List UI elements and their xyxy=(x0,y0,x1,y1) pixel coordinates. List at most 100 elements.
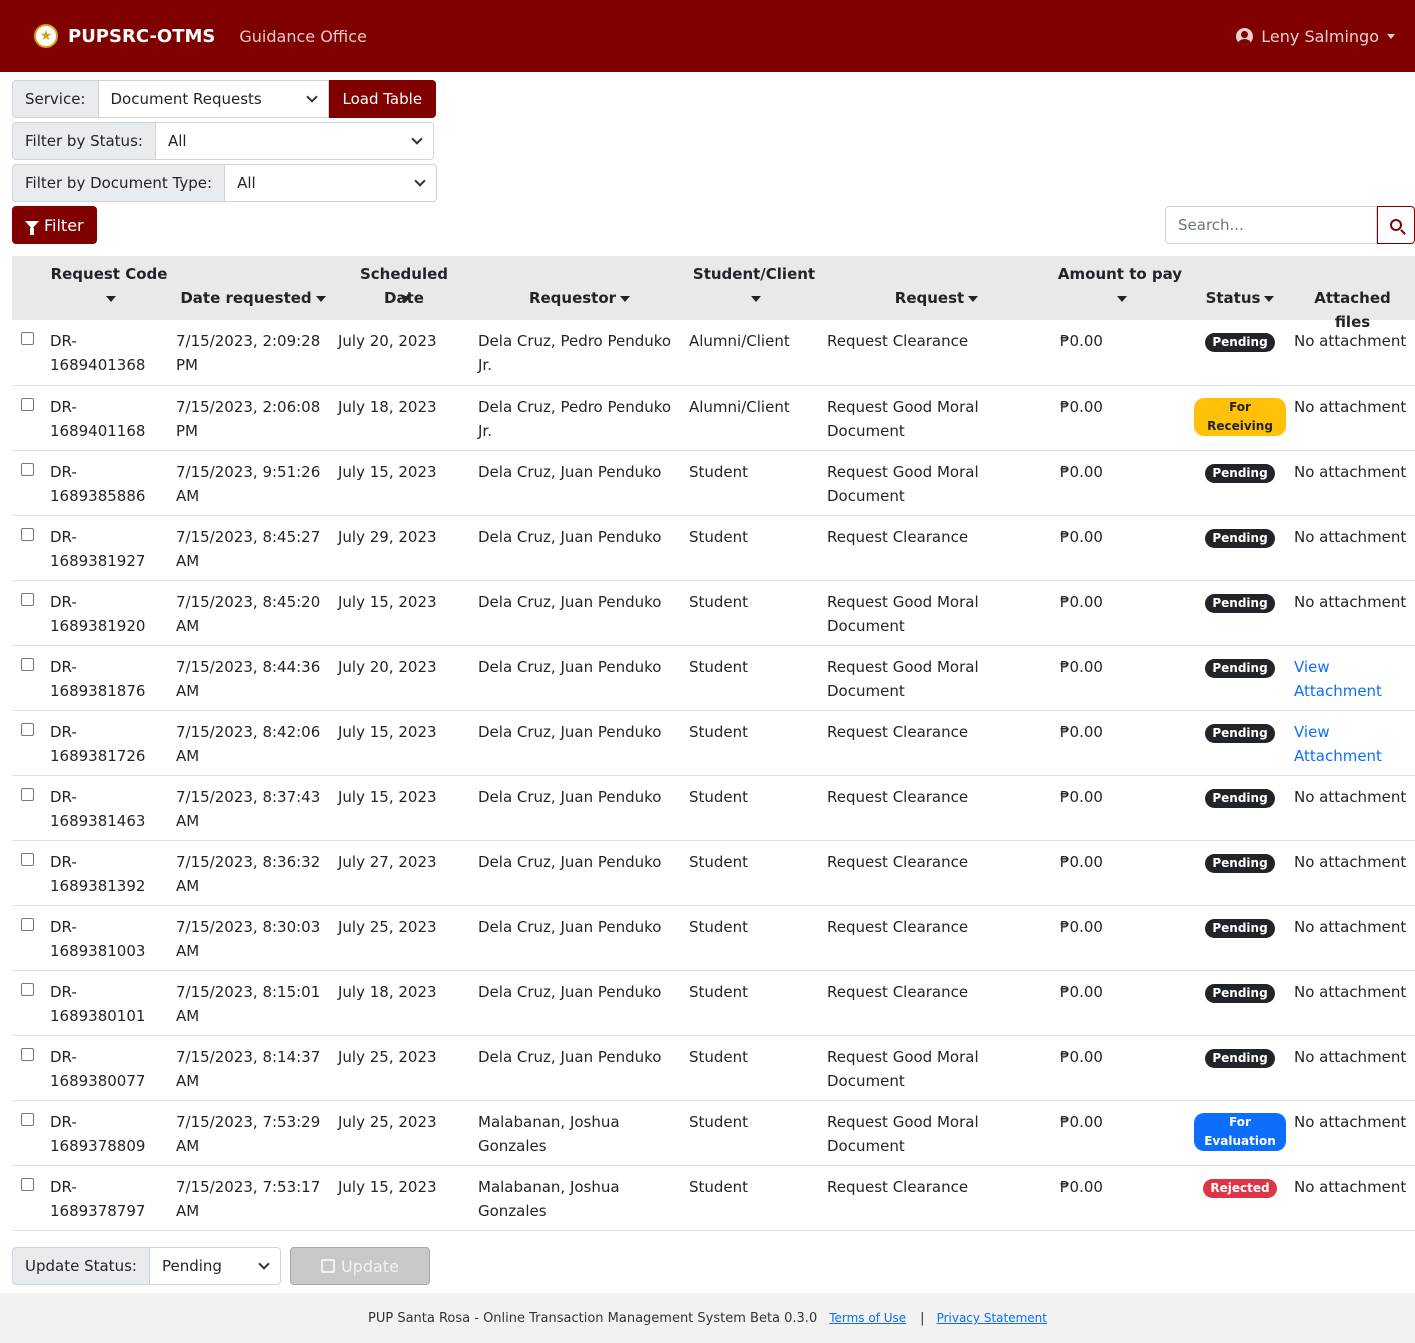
requestor-cell: Malabanan, Joshua Gonzales xyxy=(478,1112,620,1155)
doctype-filter-label: Filter by Document Type: xyxy=(12,164,226,202)
row-select-cell xyxy=(12,580,46,645)
row-checkbox[interactable] xyxy=(21,1047,34,1061)
row-checkbox[interactable] xyxy=(21,1112,34,1126)
request-code-cell: DR-1689381876 xyxy=(50,657,146,700)
row-select-cell xyxy=(12,775,46,840)
amount-cell: ₱0.00 xyxy=(1060,397,1103,416)
request-code-cell: DR-1689381463 xyxy=(50,787,146,830)
attached-files-cell: View Attachment xyxy=(1290,710,1415,775)
row-checkbox[interactable] xyxy=(21,332,34,345)
student-client-cell: Student xyxy=(689,982,749,1001)
table-row[interactable]: DR-1689378809 7/15/2023, 7:53:29 AM July 2… xyxy=(12,1100,1415,1165)
row-select-cell xyxy=(12,645,46,710)
search-group: Search... xyxy=(1165,206,1415,244)
chevron-down-icon xyxy=(414,175,426,187)
status-badge: Rejected xyxy=(1203,1178,1277,1198)
row-select-cell xyxy=(12,450,46,515)
update-button[interactable]: Update xyxy=(289,1247,430,1285)
update-status-select[interactable]: Pending xyxy=(149,1247,281,1285)
table-row[interactable]: DR-1689401368 7/15/2023, 2:09:28 PM July 2… xyxy=(12,320,1415,385)
row-checkbox[interactable] xyxy=(21,657,34,671)
header-request[interactable]: Request xyxy=(823,256,1050,320)
request-cell: Request Clearance xyxy=(827,722,969,741)
table-row[interactable]: DR-1689381726 7/15/2023, 8:42:06 AM July 1… xyxy=(12,710,1415,775)
request-cell: Request Good Moral Document xyxy=(827,1112,979,1155)
table-row[interactable]: DR-1689381003 7/15/2023, 8:30:03 AM July 2… xyxy=(12,905,1415,970)
row-checkbox[interactable] xyxy=(21,917,34,931)
row-checkbox[interactable] xyxy=(21,397,34,411)
row-checkbox[interactable] xyxy=(21,982,34,996)
view-attachment-link[interactable]: View Attachment xyxy=(1294,723,1382,765)
table-row[interactable]: DR-1689381463 7/15/2023, 8:37:43 AM July 1… xyxy=(12,775,1415,840)
sort-caret-icon xyxy=(106,295,116,302)
scheduled-date-cell: July 25, 2023 xyxy=(338,917,437,936)
brand[interactable]: ★ PUPSRC-OTMS xyxy=(34,24,215,48)
request-cell: Request Clearance xyxy=(827,982,969,1001)
header-date-requested[interactable]: Date requested xyxy=(172,256,334,320)
filter-row: Filter Search... xyxy=(12,206,1415,244)
search-input[interactable]: Search... xyxy=(1165,206,1377,244)
request-cell: Request Clearance xyxy=(827,1177,969,1196)
amount-cell: ₱0.00 xyxy=(1060,657,1103,676)
status-cell: Pending xyxy=(1190,710,1290,775)
scheduled-date-cell: July 25, 2023 xyxy=(338,1047,437,1066)
user-menu[interactable]: Leny Salmingo xyxy=(1236,27,1395,46)
row-checkbox[interactable] xyxy=(21,722,34,736)
table-row[interactable]: DR-1689381392 7/15/2023, 8:36:32 AM July 2… xyxy=(12,840,1415,905)
status-filter-select[interactable]: All xyxy=(155,122,434,160)
row-checkbox[interactable] xyxy=(21,462,34,476)
status-badge: Pending xyxy=(1205,918,1275,938)
service-select[interactable]: Document Requests xyxy=(98,80,329,118)
request-cell: Request Good Moral Document xyxy=(827,1047,979,1090)
row-select-cell xyxy=(12,1100,46,1165)
request-code-cell: DR-1689381392 xyxy=(50,852,146,895)
row-checkbox[interactable] xyxy=(21,1177,34,1191)
table-row[interactable]: DR-1689381920 7/15/2023, 8:45:20 AM July 1… xyxy=(12,580,1415,645)
service-label: Service: xyxy=(12,80,99,118)
table-row[interactable]: DR-1689381876 7/15/2023, 8:44:36 AM July 2… xyxy=(12,645,1415,710)
privacy-link[interactable]: Privacy Statement xyxy=(937,1311,1047,1325)
header-scheduled-date[interactable]: Scheduled Date xyxy=(334,256,474,320)
row-checkbox[interactable] xyxy=(21,787,34,801)
table-row[interactable]: DR-1689401168 7/15/2023, 2:06:08 PM July 1… xyxy=(12,385,1415,450)
status-cell: Pending xyxy=(1190,970,1290,1035)
row-checkbox[interactable] xyxy=(21,592,34,606)
table-row[interactable]: DR-1689381927 7/15/2023, 8:45:27 AM July 2… xyxy=(12,515,1415,580)
status-cell: Pending xyxy=(1190,320,1290,385)
date-requested-cell: 7/15/2023, 8:30:03 AM xyxy=(176,917,321,960)
amount-cell: ₱0.00 xyxy=(1060,592,1103,611)
amount-cell: ₱0.00 xyxy=(1060,917,1103,936)
attached-files-cell: No attachment xyxy=(1294,332,1407,350)
row-checkbox[interactable] xyxy=(21,852,34,866)
view-attachment-link[interactable]: View Attachment xyxy=(1294,658,1382,700)
amount-cell: ₱0.00 xyxy=(1060,1177,1103,1196)
office-name[interactable]: Guidance Office xyxy=(239,27,367,46)
search-button[interactable] xyxy=(1377,206,1415,244)
row-select-cell xyxy=(12,905,46,970)
header-student-client[interactable]: Student/Client xyxy=(685,256,823,320)
header-status[interactable]: Status xyxy=(1190,256,1290,320)
navbar: ★ PUPSRC-OTMS Guidance Office Leny Salmi… xyxy=(0,0,1415,72)
header-request-code[interactable]: Request Code xyxy=(46,256,172,320)
table-row[interactable]: DR-1689385886 7/15/2023, 9:51:26 AM July 1… xyxy=(12,450,1415,515)
terms-link[interactable]: Terms of Use xyxy=(829,1311,906,1325)
scheduled-date-cell: July 20, 2023 xyxy=(338,332,437,350)
request-code-cell: DR-1689381920 xyxy=(50,592,146,635)
header-amount[interactable]: Amount to pay xyxy=(1050,256,1190,320)
row-checkbox[interactable] xyxy=(21,527,34,541)
row-select-cell xyxy=(12,710,46,775)
doctype-filter-select[interactable]: All xyxy=(225,164,438,202)
table-row[interactable]: DR-1689380101 7/15/2023, 8:15:01 AM July 1… xyxy=(12,970,1415,1035)
request-cell: Request Good Moral Document xyxy=(827,462,979,505)
load-table-button[interactable]: Load Table xyxy=(328,80,437,118)
header-requestor[interactable]: Requestor xyxy=(474,256,685,320)
attached-files-cell: No attachment xyxy=(1294,462,1407,481)
student-client-cell: Student xyxy=(689,1177,749,1196)
request-cell: Request Clearance xyxy=(827,917,969,936)
table-row[interactable]: DR-1689380077 7/15/2023, 8:14:37 AM July 2… xyxy=(12,1035,1415,1100)
table-row[interactable]: DR-1689378797 7/15/2023, 7:53:17 AM July 1… xyxy=(12,1165,1415,1230)
scheduled-date-cell: July 25, 2023 xyxy=(338,1112,437,1131)
doctype-filter-group: Filter by Document Type: All xyxy=(12,164,1403,202)
filter-button[interactable]: Filter xyxy=(12,206,97,244)
request-code-cell: DR-1689401368 xyxy=(50,332,146,374)
